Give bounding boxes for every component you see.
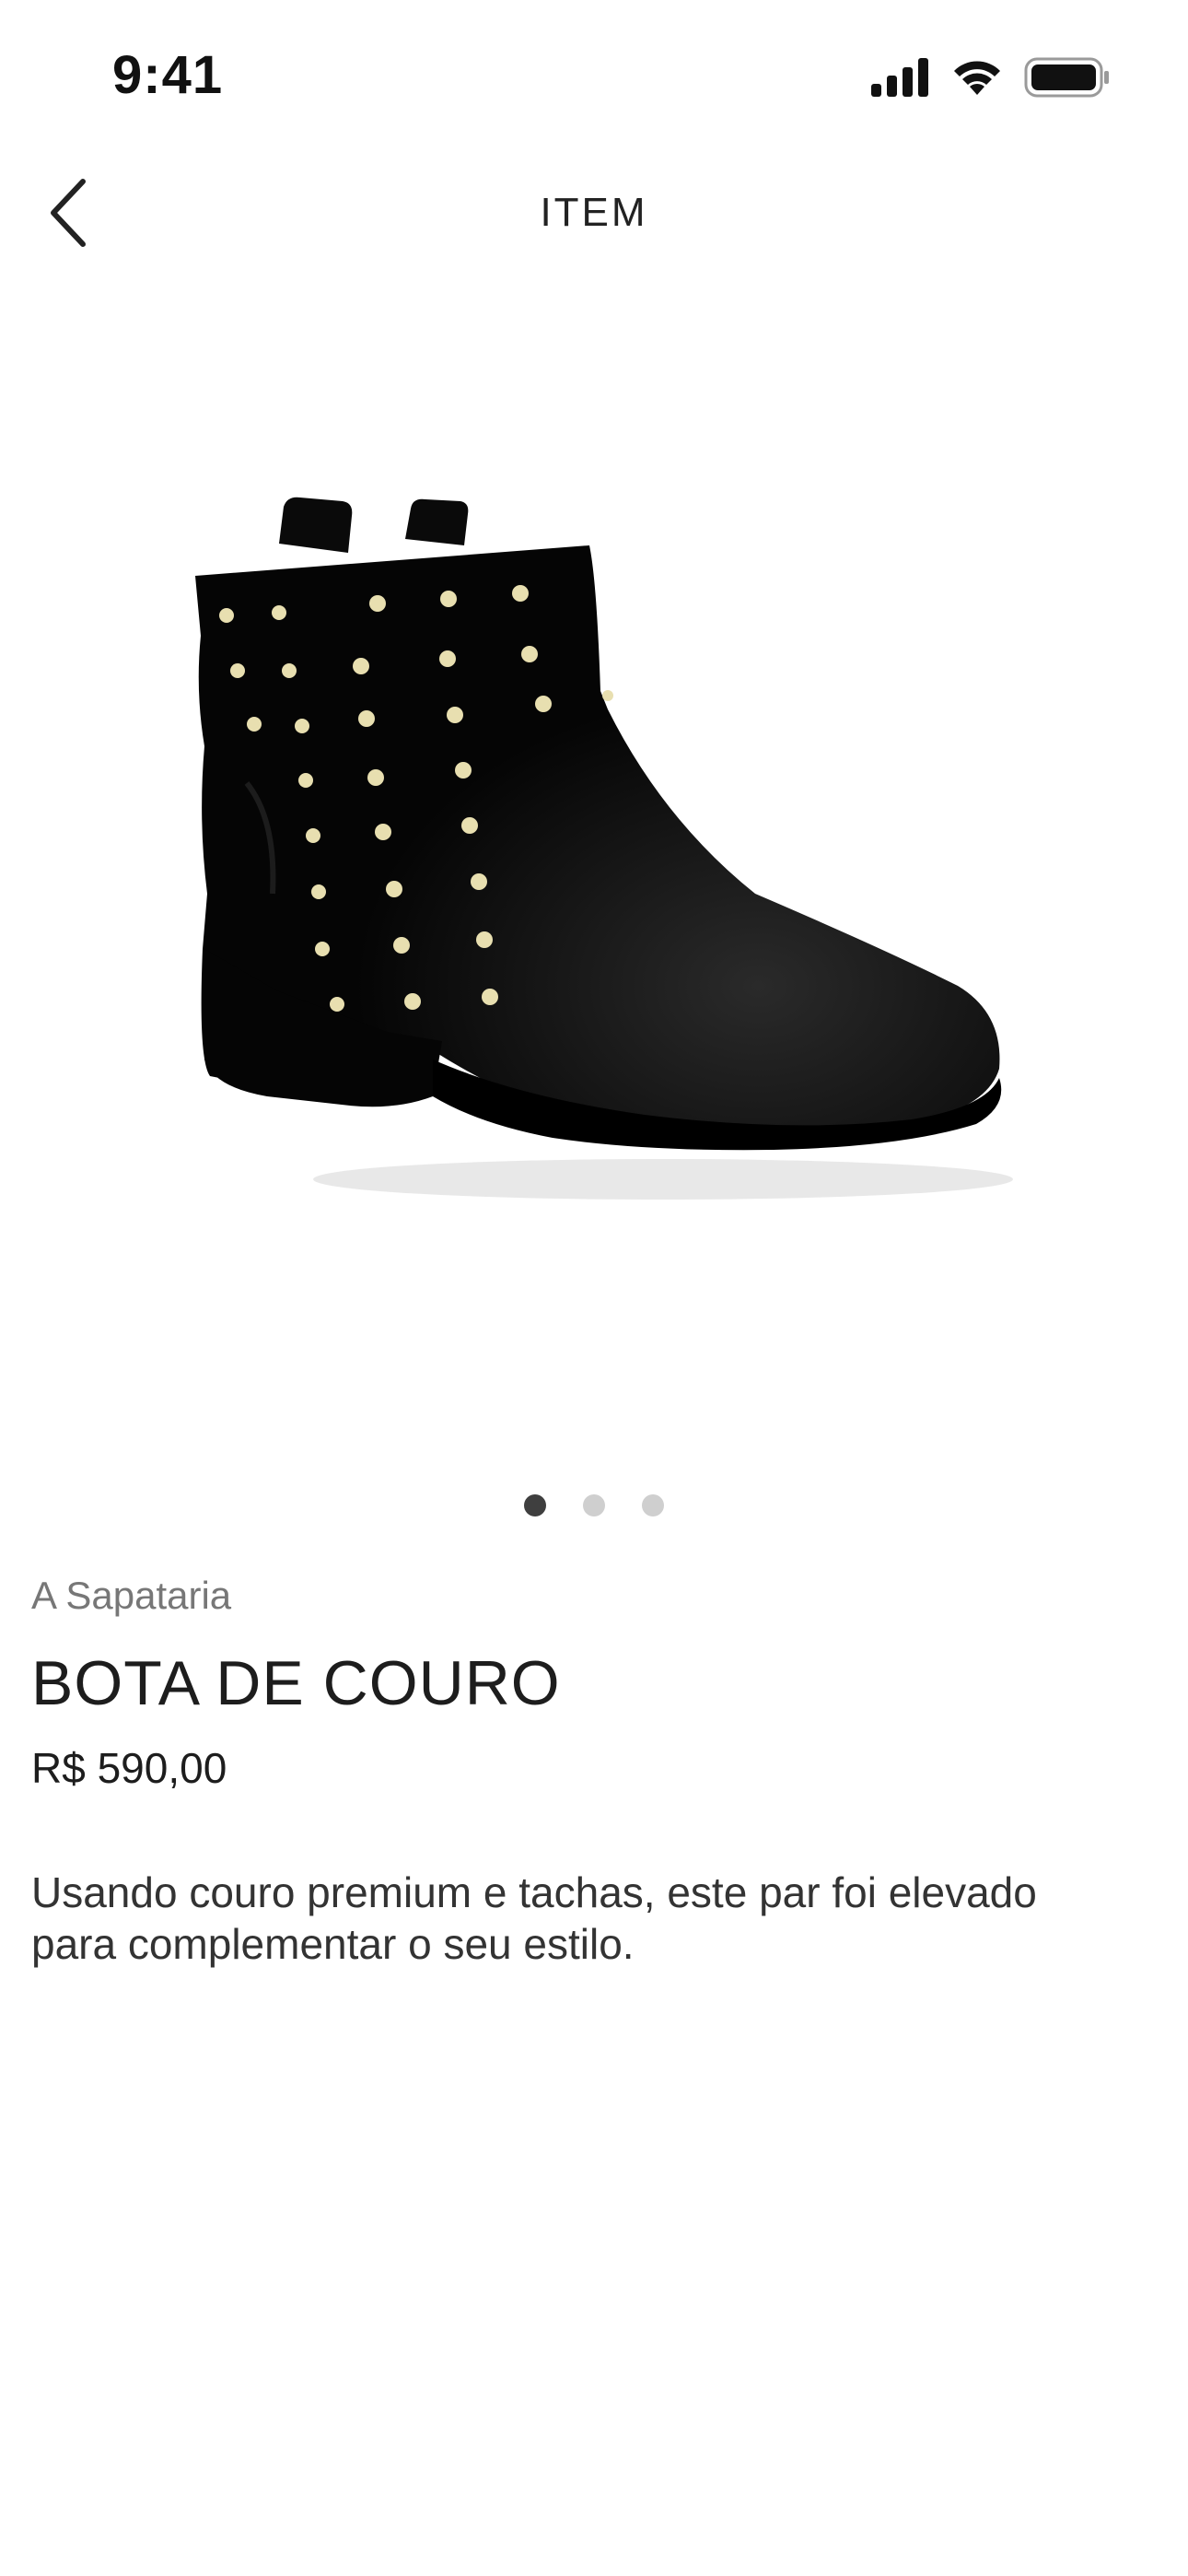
brand-name: A Sapataria [31,1574,232,1617]
battery-icon [1024,57,1111,98]
navigation-bar: ITEM [0,157,1188,275]
carousel-dot[interactable] [583,1494,605,1516]
product-image-carousel[interactable] [0,304,1188,1456]
product-name: BOTA DE COURO [31,1648,561,1718]
carousel-dot-active[interactable] [524,1494,546,1516]
product-info: A Sapataria BOTA DE COURO R$ 590,00 Usan… [31,1574,1157,1970]
status-time: 9:41 [112,45,224,105]
status-bar: 9:41 [0,0,1188,157]
product-description: Usando couro premium e tachas, este par … [31,1868,1037,1968]
cellular-signal-icon [871,58,930,97]
wifi-icon [950,58,1004,97]
carousel-page-indicator [0,1494,1188,1516]
page-title: ITEM [540,190,648,235]
boot-product-image [195,497,1013,1200]
product-price: R$ 590,00 [31,1744,227,1792]
status-icons [871,57,1111,98]
carousel-dot[interactable] [642,1494,664,1516]
